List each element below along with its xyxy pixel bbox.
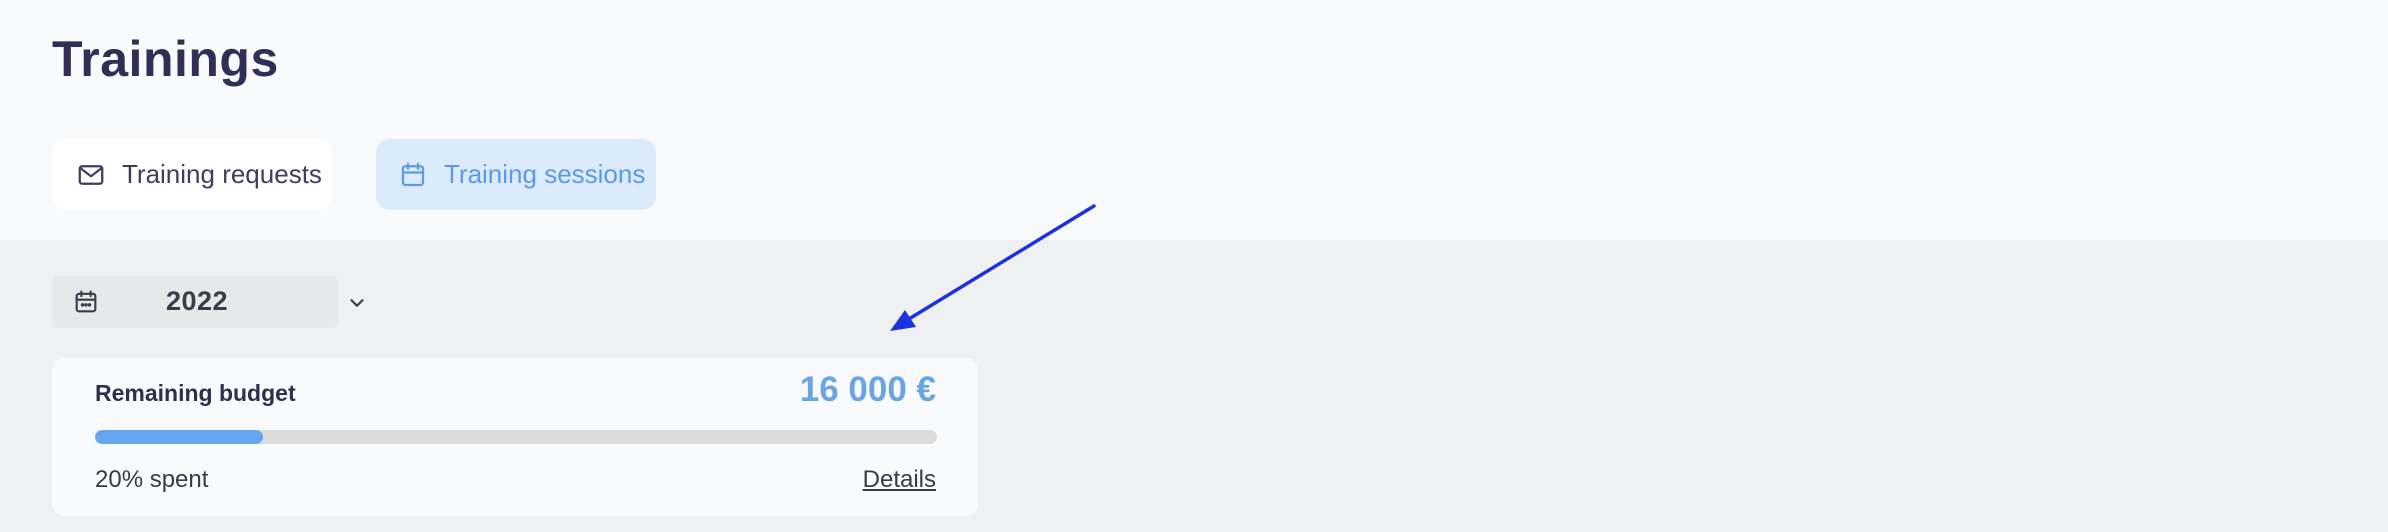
year-value: 2022 [166, 286, 229, 316]
year-select[interactable]: 2022 [52, 276, 364, 328]
page-title: Trainings [52, 31, 279, 87]
tab-label: Training requests [122, 159, 322, 189]
budget-card: Remaining budget 16 000 € 20% spent Deta… [52, 358, 978, 516]
budget-amount: 16 000 € [799, 370, 936, 409]
envelope-icon [76, 160, 106, 190]
budget-progress-fill [95, 430, 264, 444]
calendar-icon [398, 160, 428, 190]
calendar-icon [72, 288, 100, 316]
tab-label: Training sessions [444, 159, 646, 189]
chevron-down-icon [346, 292, 368, 314]
header: Trainings Training requests Training ses… [0, 0, 2388, 240]
tab-training-sessions[interactable]: Training sessions [376, 139, 656, 210]
budget-progress-bar [95, 430, 937, 444]
tab-training-requests[interactable]: Training requests [52, 139, 332, 210]
spent-text: 20% spent [95, 466, 209, 493]
budget-label: Remaining budget [95, 380, 296, 406]
details-link[interactable]: Details [863, 466, 936, 494]
page: Trainings Training requests Training ses… [0, 0, 2388, 532]
